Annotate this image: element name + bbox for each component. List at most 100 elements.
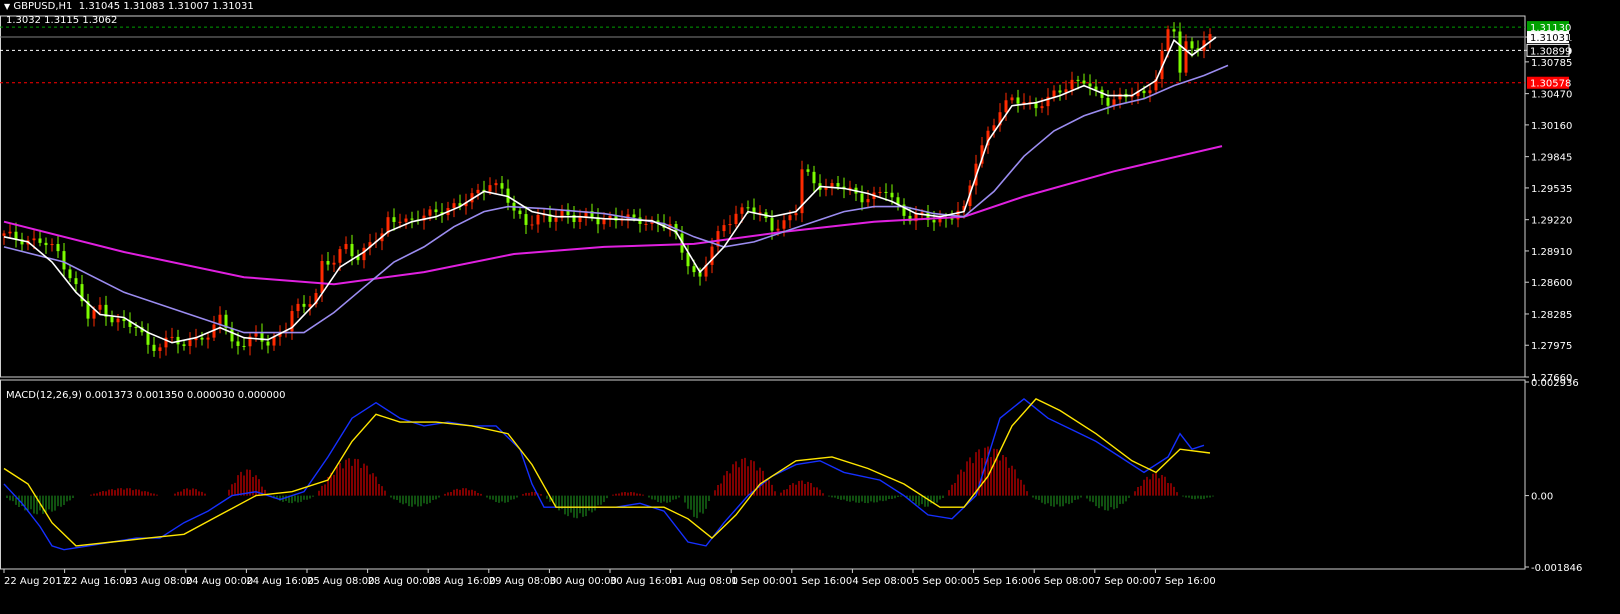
candle-body	[1076, 79, 1080, 81]
chart-window[interactable]: 1.31031 1.308991.30785 1.30470 1.30160 1.298…	[0, 0, 1620, 610]
candle-body	[200, 337, 204, 340]
candle-body	[878, 191, 882, 193]
signal-line	[3, 398, 1211, 547]
candle-body	[1010, 97, 1014, 101]
candle-body	[578, 217, 582, 223]
axes: 1.31031 1.308991.30785 1.30470 1.30160 1.298…	[3, 21, 1582, 587]
candle-body	[1184, 41, 1188, 73]
candle-body	[68, 269, 72, 279]
candle-body	[530, 224, 534, 226]
candle-body	[350, 243, 354, 257]
candle-body	[98, 304, 102, 310]
ohlc-values: 1.31045 1.31083 1.31007 1.31031	[78, 1, 254, 12]
candle-body	[1190, 41, 1194, 49]
candle-body	[494, 183, 498, 186]
candle-body	[836, 183, 840, 187]
candle-body	[134, 326, 138, 328]
x-tick-label: 28 Aug 16:00	[428, 576, 495, 587]
candle-body	[410, 218, 414, 220]
current-price-label: 1.31031	[1530, 33, 1571, 44]
x-tick-label: 7 Sep 00:00	[1095, 576, 1155, 587]
candle-body	[326, 261, 330, 265]
dropdown-triangle-icon[interactable]: ▼	[4, 2, 10, 11]
price-levels	[0, 26, 1525, 84]
candle-body	[518, 210, 522, 215]
candle-body	[362, 247, 366, 261]
candle-body	[158, 347, 162, 351]
candle-body	[1208, 34, 1212, 41]
candle-body	[8, 231, 12, 234]
ma-mid-line	[3, 64, 1229, 334]
candle-body	[1178, 31, 1182, 73]
chart-svg[interactable]: 1.31031 1.308991.30785 1.30470 1.30160 1.298…	[0, 0, 1620, 610]
x-tick-label: 5 Sep 00:00	[913, 576, 973, 587]
y-tick-label: 1.30160	[1531, 121, 1572, 132]
candle-body	[242, 345, 246, 347]
candle-body	[50, 244, 54, 246]
candle-body	[602, 219, 606, 225]
x-tick-label: 31 Aug 08:00	[671, 576, 738, 587]
candle-body	[500, 183, 504, 189]
y-tick-label: 1.29220	[1531, 216, 1572, 227]
candle-body	[890, 192, 894, 198]
candle-body	[44, 242, 48, 246]
candle-body	[830, 183, 834, 187]
candle-body	[884, 191, 888, 193]
candle-body	[554, 217, 558, 222]
candle-body	[152, 344, 156, 351]
candle-body	[746, 207, 750, 209]
candle-body	[950, 218, 954, 220]
candle-body	[332, 262, 336, 265]
candle-body	[1058, 90, 1062, 93]
candle-body	[692, 266, 696, 273]
candle-body	[146, 332, 150, 345]
x-tick-label: 4 Sep 08:00	[852, 576, 912, 587]
y-tick-label: 1.30785	[1531, 58, 1572, 69]
y-tick-label: 1.28285	[1531, 310, 1572, 321]
x-tick-label: 28 Aug 00:00	[368, 576, 435, 587]
candle-body	[260, 332, 264, 342]
candle-body	[392, 217, 396, 222]
candle-body	[782, 220, 786, 229]
candle-body	[1142, 90, 1146, 94]
symbol-header: ▼ GBPUSD,H1 1.31045 1.31083 1.31007 1.31…	[4, 1, 254, 12]
candle-body	[812, 171, 816, 184]
candle-body	[1004, 100, 1008, 113]
x-tick-label: 22 Aug 16:00	[65, 576, 132, 587]
candle-body	[710, 246, 714, 265]
candle-body	[1082, 80, 1086, 84]
candle-body	[788, 215, 792, 221]
x-tick-label: 5 Sep 16:00	[974, 576, 1034, 587]
candle-body	[1166, 29, 1170, 51]
symbol-title: GBPUSD,H1	[13, 1, 73, 12]
candle-body	[860, 193, 864, 203]
candle-body	[110, 316, 114, 323]
candle-body	[344, 243, 348, 250]
x-tick-label: 6 Sep 08:00	[1034, 576, 1094, 587]
candle-body	[206, 337, 210, 340]
candle-body	[806, 169, 810, 172]
candle-body	[740, 207, 744, 214]
candle-body	[92, 309, 96, 319]
candle-body	[2, 233, 6, 236]
candle-body	[170, 336, 174, 338]
x-tick-label: 29 Aug 08:00	[489, 576, 556, 587]
candle-body	[218, 314, 222, 325]
x-tick-label: 30 Aug 16:00	[610, 576, 677, 587]
candle-body	[32, 238, 36, 241]
macd-y-tick-label: 0.002936	[1531, 378, 1579, 389]
indicator-values: 1.3032 1.3115 1.3062	[6, 15, 118, 26]
macd-line	[3, 398, 1205, 551]
candle-body	[1070, 79, 1074, 90]
y-tick-label: 1.28910	[1531, 247, 1572, 258]
candle-body	[776, 228, 780, 231]
candle-body	[38, 238, 42, 243]
candle-body	[1052, 90, 1056, 97]
candle-body	[188, 340, 192, 347]
x-tick-label: 24 Aug 16:00	[246, 576, 313, 587]
y-tick-label: 1.28600	[1531, 278, 1572, 289]
candle-body	[734, 213, 738, 224]
candle-body	[452, 203, 456, 209]
candle-body	[428, 209, 432, 216]
candle-body	[116, 318, 120, 323]
